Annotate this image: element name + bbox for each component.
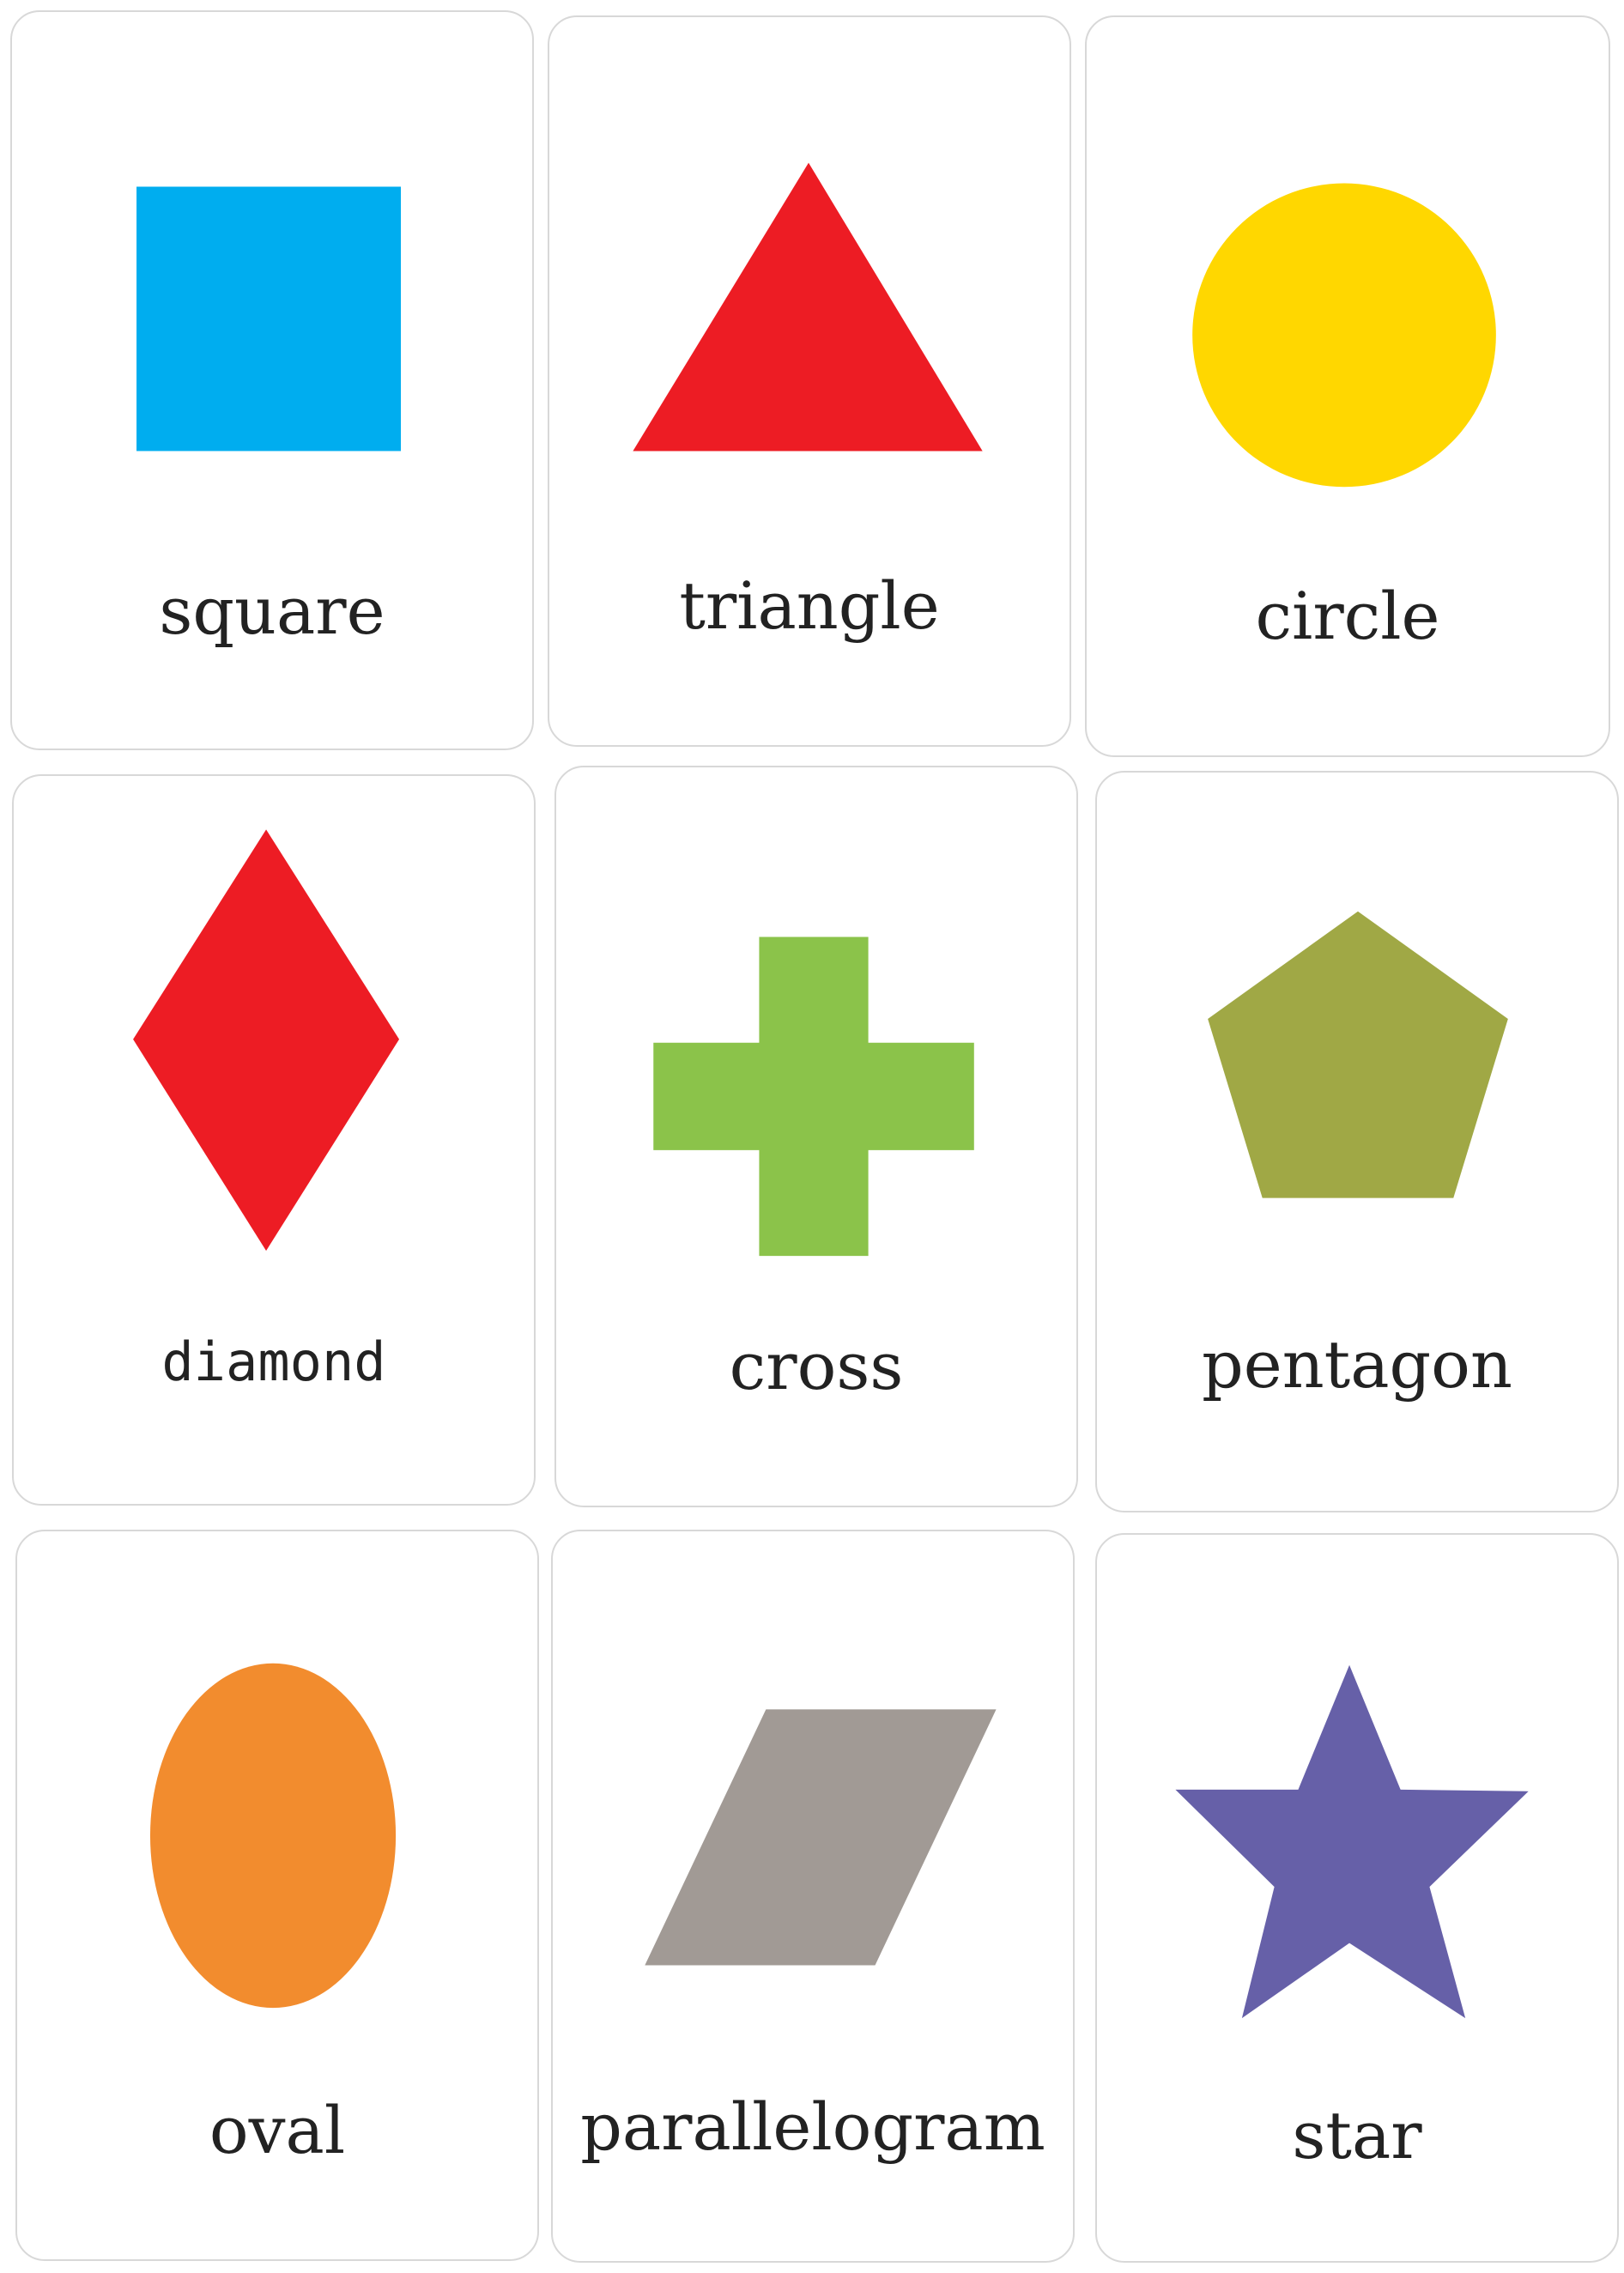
shape-flashcards-sheet: { "cards": [ { "label": "square", "shape… <box>0 0 1624 2273</box>
card-pentagon: pentagon <box>1095 771 1619 1512</box>
card-star: star <box>1095 1533 1619 2263</box>
card-label-oval: oval <box>209 2092 346 2168</box>
card-label-square: square <box>159 573 385 649</box>
card-parallelogram: parallelogram <box>551 1530 1075 2263</box>
card-oval: oval <box>15 1530 539 2261</box>
card-label-triangle: triangle <box>679 567 940 644</box>
diamond-shape <box>133 829 400 1252</box>
card-cross: cross <box>554 766 1078 1507</box>
card-label-pentagon: pentagon <box>1202 1326 1512 1403</box>
card-label-parallelogram: parallelogram <box>580 2088 1045 2165</box>
card-circle: circle <box>1085 15 1610 757</box>
card-label-star: star <box>1292 2097 1422 2173</box>
card-label-circle: circle <box>1255 578 1440 654</box>
card-label-cross: cross <box>729 1328 904 1404</box>
card-square: square <box>10 10 534 750</box>
card-diamond: diamond <box>12 774 536 1506</box>
card-label-diamond: diamond <box>161 1330 386 1393</box>
card-triangle: triangle <box>548 15 1071 747</box>
